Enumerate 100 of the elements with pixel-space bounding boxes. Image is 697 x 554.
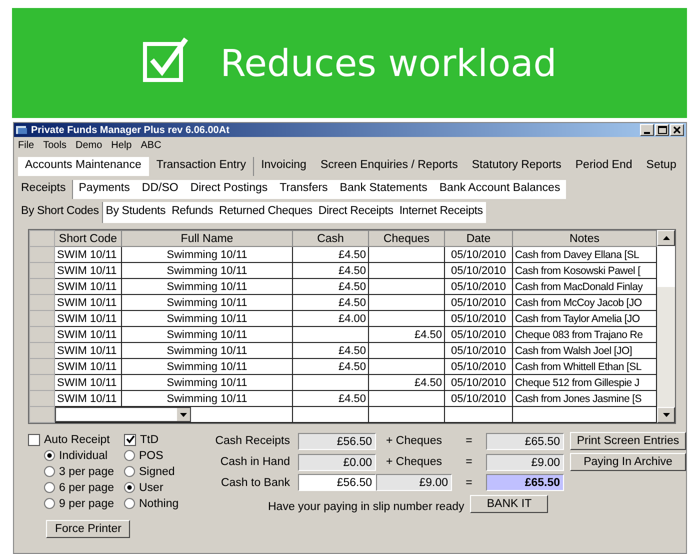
checkbox-label: Auto Receipt [44,434,110,446]
table-cell: Cash from Whittell Ethan [SL [512,358,656,374]
table-cell: £4.50 [368,374,444,390]
table-cell: SWIM 10/11 [54,374,122,390]
action-button[interactable]: Print Screen Entries [570,432,686,450]
table-cell: £4.50 [292,390,368,406]
table-cell: Cash from McCoy Jacob [JO [512,294,656,310]
column-header[interactable]: Date [444,230,512,246]
equals-sign: = [464,456,474,468]
table-cell: SWIM 10/11 [54,310,122,326]
table-cell: SWIM 10/11 [54,246,122,262]
table-cell: £4.50 [292,342,368,358]
table-cell: £4.50 [292,278,368,294]
table-cell: SWIM 10/11 [54,294,122,310]
total-field: £9.00 [486,454,564,470]
checkbox-label: TtD [140,434,159,446]
tab[interactable]: Internet Receipts [396,202,486,223]
scrollbar[interactable] [657,230,675,423]
table-cell: 05/10/2010 [444,310,512,326]
checkbox-icon [142,36,190,84]
radio-button[interactable] [124,466,135,477]
amount-field[interactable]: £56.50 [298,474,376,491]
menu-item[interactable]: File [18,140,34,151]
total-label: Cash in Hand [219,456,291,468]
tab[interactable]: Accounts Maintenance [18,157,148,176]
amount-field[interactable]: £0.00 [298,454,376,470]
tab[interactable]: Bank Account Balances [433,180,566,199]
tab[interactable]: Direct Postings [184,180,274,199]
table-cell: Cash from Kosowski Pawel [ [512,262,656,278]
menu-item[interactable]: Help [111,140,132,151]
tab[interactable]: Transaction Entry [148,157,254,176]
tab[interactable]: By Students [102,202,169,223]
table-cell: £4.50 [368,326,444,342]
checkbox[interactable] [124,434,136,446]
down-arrow-icon [662,413,670,417]
tab[interactable]: Period End [568,157,640,176]
radio-button[interactable] [124,482,135,493]
table-cell: 05/10/2010 [444,390,512,406]
column-header[interactable]: Short Code [54,230,122,246]
caret-icon [180,412,187,416]
radio-label: Nothing [139,498,179,510]
equals-sign: = [464,435,474,447]
column-header[interactable]: Cash [292,230,368,246]
tab[interactable]: Refunds [168,202,216,223]
banner-title: Reduces workload [220,42,557,84]
radio-label: User [139,482,164,494]
amount-field[interactable]: £56.50 [298,432,376,450]
action-button[interactable]: Paying In Archive [570,453,686,471]
table-cell: Cash from Walsh Joel [JO] [512,342,656,358]
radio-button[interactable] [124,450,135,461]
table-cell: £4.50 [292,246,368,262]
tab[interactable]: Invoicing [254,157,314,176]
radio-button[interactable] [124,498,135,509]
tab[interactable]: Returned Cheques [216,202,316,223]
table-cell: 05/10/2010 [444,278,512,294]
radio-button[interactable] [44,450,55,461]
tab[interactable]: Payments [72,180,136,199]
hint-text: Have your paying in slip number ready [268,501,464,513]
table-cell: Swimming 10/11 [122,326,292,342]
force-printer-button[interactable]: Force Printer [46,520,130,538]
tab[interactable]: Transfers [274,180,334,199]
column-header[interactable]: Cheques [368,230,444,246]
tab[interactable]: Setup [639,157,684,176]
radio-button[interactable] [44,466,55,477]
table-cell: £4.00 [292,310,368,326]
bank-it-button[interactable]: BANK IT [470,495,548,513]
table-cell: 05/10/2010 [444,262,512,278]
tab[interactable]: DD/SO [136,180,184,199]
short-code-dropdown[interactable] [56,408,191,422]
tab[interactable]: Screen Enquiries / Reports [313,157,465,176]
minimize-button[interactable] [640,124,654,136]
radio-label: 6 per page [59,482,114,494]
radio-button[interactable] [44,482,55,493]
window-title: Private Funds Manager Plus rev 6.06.00At [31,124,230,136]
amount-field[interactable]: £9.00 [376,474,452,491]
radio-label: Individual [59,450,108,462]
radio-button[interactable] [44,498,55,509]
total-label: Cash to Bank [220,476,291,488]
menu-item[interactable]: Tools [43,140,66,151]
table-cell: SWIM 10/11 [54,358,122,374]
checkbox[interactable] [28,434,40,446]
close-icon [673,126,681,134]
close-button[interactable] [670,124,684,136]
scrollbar-thumb[interactable] [657,246,675,287]
total-label: Cash Receipts [214,435,291,447]
tab[interactable]: Bank Statements [334,180,434,199]
tab[interactable]: Statutory Reports [464,157,568,176]
menu-item[interactable]: Demo [75,140,102,151]
column-header[interactable]: Notes [512,230,656,246]
table-cell: Cash from Davey Ellana [SL [512,246,656,262]
up-arrow-icon [662,236,670,240]
cheques-label: + Cheques [385,456,443,468]
column-header[interactable]: Full Name [122,230,292,246]
menu-item[interactable]: ABC [140,140,162,151]
table-cell: £4.50 [292,294,368,310]
table-cell: Swimming 10/11 [122,246,292,262]
table-cell: £4.50 [292,358,368,374]
tab[interactable]: Direct Receipts [315,202,396,223]
maximize-button[interactable] [655,124,669,136]
table-cell: 05/10/2010 [444,374,512,390]
